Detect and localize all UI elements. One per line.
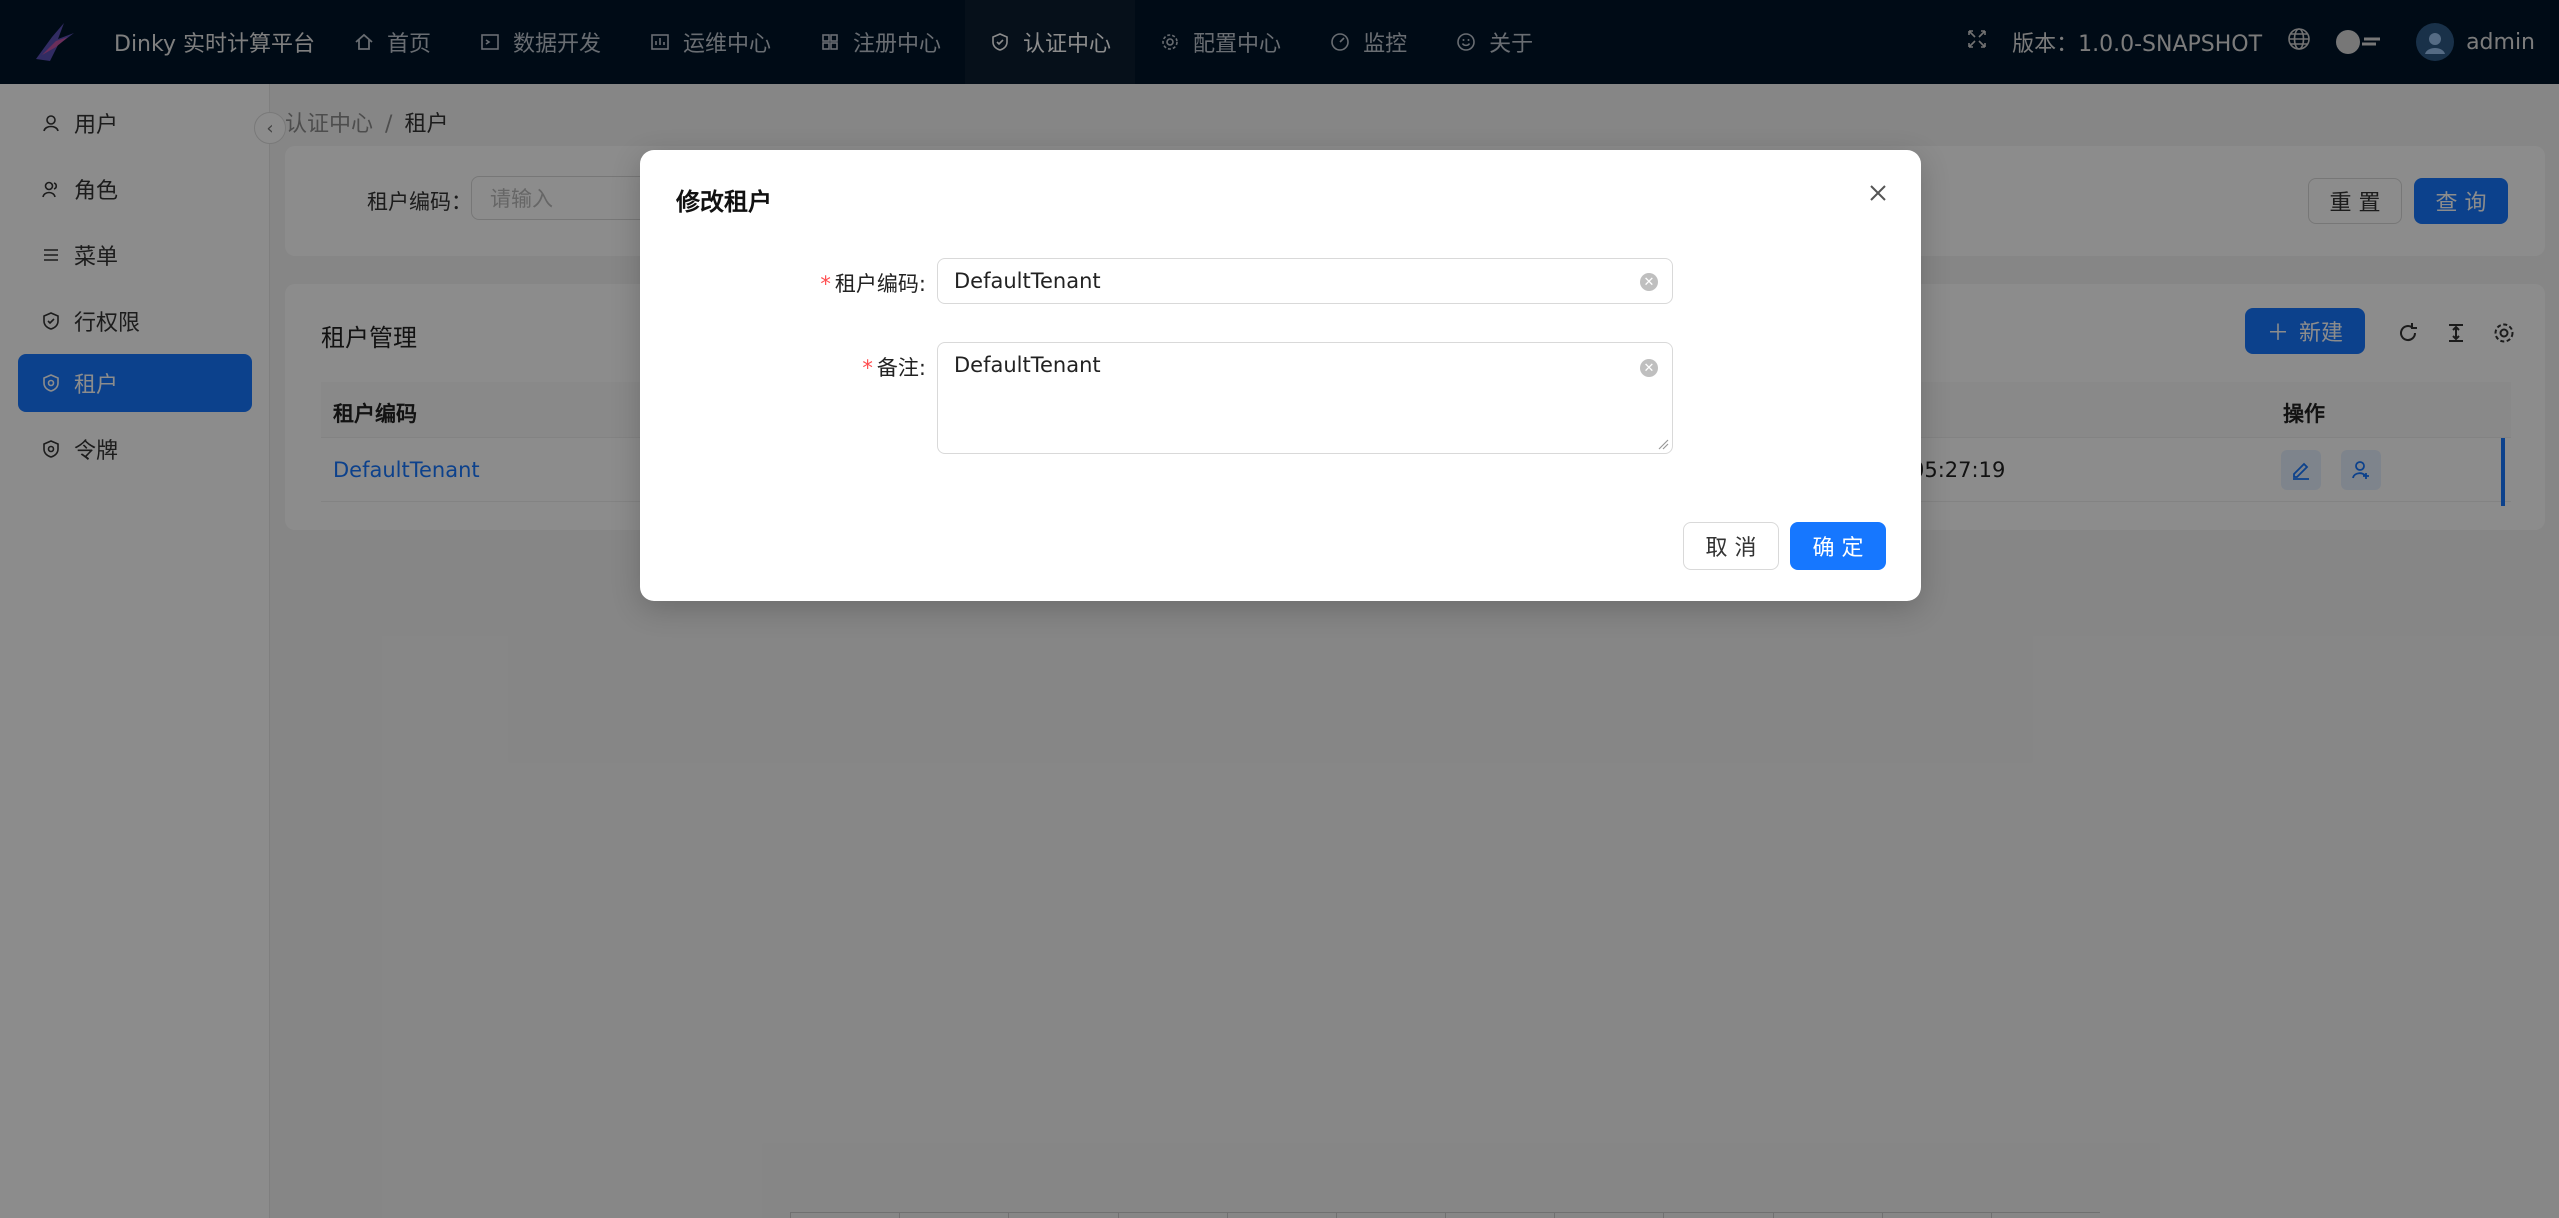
close-icon[interactable] xyxy=(1863,178,1893,208)
edit-tenant-modal: 修改租户 * 租户编码: DefaultTenant ✕ * 备注: Default… xyxy=(640,150,1921,601)
note-value: DefaultTenant xyxy=(954,353,1101,377)
note-textarea[interactable]: DefaultTenant ✕ xyxy=(937,342,1673,454)
code-field-label: * 租户编码: xyxy=(816,268,926,298)
clear-icon[interactable]: ✕ xyxy=(1640,359,1658,377)
code-label-text: 租户编码: xyxy=(834,272,926,296)
clear-icon[interactable]: ✕ xyxy=(1640,273,1658,291)
cancel-button[interactable]: 取 消 xyxy=(1683,522,1779,570)
confirm-button[interactable]: 确 定 xyxy=(1790,522,1886,570)
tenant-code-input[interactable]: DefaultTenant ✕ xyxy=(937,258,1673,304)
required-mark: * xyxy=(820,272,831,296)
note-label-text: 备注: xyxy=(876,356,926,380)
tenant-code-value: DefaultTenant xyxy=(954,269,1101,293)
note-field-label: * 备注: xyxy=(816,352,926,382)
modal-title: 修改租户 xyxy=(676,188,772,216)
required-mark: * xyxy=(862,356,873,380)
resize-handle-icon[interactable] xyxy=(1657,438,1669,450)
